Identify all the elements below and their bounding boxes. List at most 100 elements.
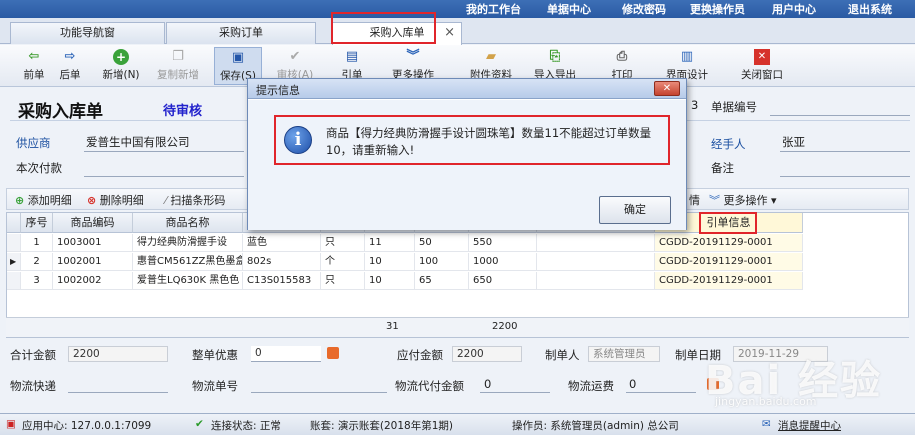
table-cell[interactable]: C13S015583 — [243, 272, 321, 290]
cod-label: 物流代付金额 — [395, 379, 464, 393]
table-cell[interactable]: CGDD-20191129-0001 — [655, 253, 803, 271]
table-cell[interactable]: 惠普CM561ZZ黑色墨盒 — [133, 253, 243, 271]
table-cell[interactable]: 50 — [415, 234, 469, 252]
row-indicator — [7, 272, 21, 290]
table-cell[interactable]: 得力经典防滑握手设 — [133, 234, 243, 252]
barcode-icon: ⁄ — [165, 194, 167, 207]
grid-header-seq: 序号 — [21, 213, 53, 233]
grid-more-actions-label: 更多操作 — [723, 194, 768, 207]
check-icon: ✔ — [289, 49, 301, 64]
tab-close-icon[interactable]: × — [444, 23, 455, 43]
table-cell[interactable] — [537, 234, 655, 252]
close-window-button[interactable]: ✕ 关闭窗口 — [734, 47, 790, 85]
grid-header-name: 商品名称 — [133, 213, 243, 233]
message-center-link[interactable]: 消息提醒中心 — [778, 418, 841, 433]
dialog-close-button[interactable]: ✕ — [654, 81, 680, 96]
table-cell[interactable]: 10 — [365, 272, 415, 290]
table-cell[interactable]: 只 — [321, 234, 365, 252]
mail-icon: ✉ — [762, 418, 771, 430]
doc-icon: ▤ — [345, 49, 359, 64]
handler-label: 经手人 — [711, 137, 746, 151]
delete-detail-label: 删除明细 — [99, 194, 144, 207]
discount-label: 整单优惠 — [192, 348, 238, 362]
logistics-field[interactable] — [68, 392, 168, 393]
delete-circle-icon: ⊗ — [87, 194, 97, 207]
copy-icon: ❐ — [172, 49, 184, 64]
supplier-field[interactable] — [84, 151, 244, 152]
tab-purchase-order[interactable]: 采购订单 — [166, 22, 316, 44]
prev-doc-button[interactable]: ⇦ 前单 — [16, 47, 52, 85]
status-operator: 操作员: 系统管理员(admin) 总公司 — [512, 420, 679, 432]
table-cell[interactable]: 802s — [243, 253, 321, 271]
page-title: 采购入库单 — [18, 102, 103, 122]
grid-sum-row: 31 2200 — [6, 317, 909, 337]
table-cell[interactable]: CGDD-20191129-0001 — [655, 272, 803, 290]
table-cell[interactable]: 550 — [469, 234, 537, 252]
table-cell[interactable] — [537, 272, 655, 290]
nav-exit-system[interactable]: 退出系统 — [848, 1, 892, 17]
add-detail-button[interactable]: ⊕ 添加明细 — [15, 192, 72, 208]
table-cell[interactable]: CGDD-20191129-0001 — [655, 234, 803, 252]
new-button[interactable]: + 新增(N) — [98, 47, 144, 85]
table-cell[interactable]: 1003001 — [53, 234, 133, 252]
logistics-no-field[interactable] — [251, 392, 387, 393]
delete-detail-button[interactable]: ⊗ 删除明细 — [87, 192, 144, 208]
remark-field[interactable] — [780, 176, 910, 177]
status-badge: 待审核 — [163, 104, 203, 119]
alert-dialog: 提示信息 ✕ i 商品【得力经典防滑握手设计圆珠笔】数量11不能超过订单数量10… — [247, 78, 687, 230]
freight-value: 0 — [629, 377, 637, 391]
table-cell[interactable] — [537, 253, 655, 271]
table-cell[interactable]: 65 — [415, 272, 469, 290]
tab-function-nav[interactable]: 功能导航窗 — [10, 22, 165, 44]
table-cell[interactable]: 1 — [21, 234, 53, 252]
nav-change-operator[interactable]: 更换操作员 — [690, 1, 745, 17]
scan-barcode-button[interactable]: ⁄ 扫描条形码 — [165, 192, 225, 208]
handler-field[interactable] — [780, 151, 910, 152]
copy-new-button[interactable]: ❐ 复制新增 — [150, 47, 206, 85]
sum-amount: 2200 — [492, 321, 518, 332]
logistics-no-label: 物流单号 — [192, 379, 238, 393]
table-cell[interactable]: 1000 — [469, 253, 537, 271]
nav-document-center[interactable]: 单据中心 — [547, 1, 591, 17]
calc-icon[interactable] — [327, 347, 339, 359]
handler-value: 张亚 — [782, 135, 805, 149]
grid-header-indicator — [7, 213, 21, 233]
dialog-titlebar: 提示信息 ✕ — [248, 79, 686, 99]
nav-user-center[interactable]: 用户中心 — [772, 1, 816, 17]
table-cell[interactable]: 个 — [321, 253, 365, 271]
table-cell[interactable]: 2 — [21, 253, 53, 271]
remark-label: 备注 — [711, 161, 734, 175]
table-cell[interactable]: 100 — [415, 253, 469, 271]
layout-icon: ▥ — [680, 49, 694, 64]
next-doc-button[interactable]: ⇨ 后单 — [52, 47, 88, 85]
supplier-value: 爱普生中国有限公司 — [86, 135, 190, 149]
grid-header-code: 商品编码 — [53, 213, 133, 233]
table-cell[interactable]: 11 — [365, 234, 415, 252]
table-cell[interactable]: 1002001 — [53, 253, 133, 271]
discount-field[interactable]: 0 — [251, 346, 321, 362]
double-chevron-icon: ︾ — [709, 194, 720, 207]
table-cell[interactable]: 爱普生LQ630K 黑色色 — [133, 272, 243, 290]
status-bar: ▣ 应用中心: 127.0.0.1:7099 ✔ 连接状态: 正常 账套: 演示… — [0, 413, 915, 435]
watermark-url: jingyan.baidu.com — [715, 395, 817, 408]
table-cell[interactable]: 只 — [321, 272, 365, 290]
nav-my-workbench[interactable]: 我的工作台 — [466, 1, 521, 17]
arrow-right-icon: ⇨ — [64, 49, 76, 64]
payment-field[interactable] — [84, 176, 244, 177]
grid-more-actions-button[interactable]: ︾ 更多操作 ▾ — [709, 192, 777, 208]
freight-field[interactable] — [626, 392, 696, 393]
highlight-box-tab — [331, 12, 436, 44]
total-field: 2200 — [68, 346, 168, 362]
nav-change-password[interactable]: 修改密码 — [622, 1, 666, 17]
table-cell[interactable]: 1002002 — [53, 272, 133, 290]
plus-circle-icon: ⊕ — [15, 194, 25, 207]
table-cell[interactable]: 3 — [21, 272, 53, 290]
table-cell[interactable]: 蓝色 — [243, 234, 321, 252]
freight-label: 物流运费 — [568, 379, 614, 393]
table-cell[interactable]: 10 — [365, 253, 415, 271]
cod-field[interactable] — [480, 392, 550, 393]
ok-button[interactable]: 确定 — [599, 196, 671, 224]
doc-no-field[interactable] — [770, 115, 910, 116]
dialog-title: 提示信息 — [256, 84, 300, 97]
table-cell[interactable]: 650 — [469, 272, 537, 290]
